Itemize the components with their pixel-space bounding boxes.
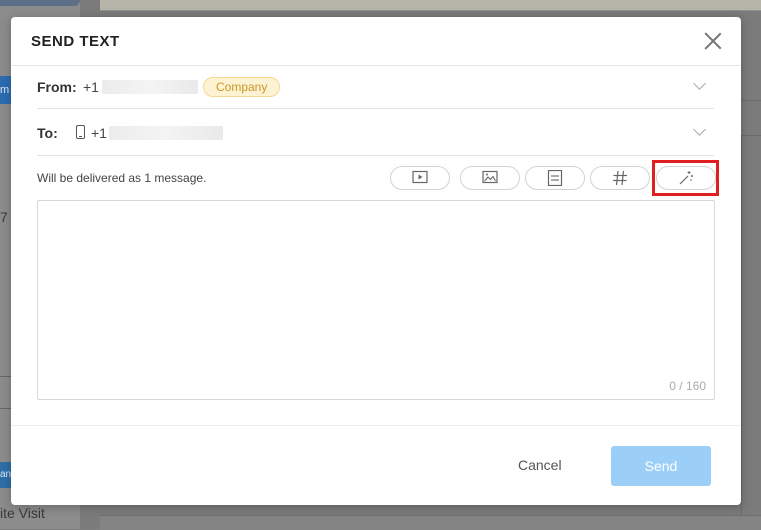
character-counter: 0 / 160: [669, 379, 706, 393]
to-number-prefix: +1: [91, 125, 107, 141]
background-divider: [0, 408, 11, 409]
background-divider: [741, 136, 761, 516]
insert-video-button[interactable]: [390, 166, 450, 190]
dialog-header: SEND TEXT: [11, 17, 741, 66]
cancel-button[interactable]: Cancel: [518, 457, 562, 473]
image-icon: [482, 170, 498, 184]
dialog-title: SEND TEXT: [31, 33, 120, 50]
background-link-text: ite Visit: [0, 505, 45, 521]
to-number-redacted: [109, 126, 223, 140]
chevron-down-icon[interactable]: [693, 123, 706, 136]
background-partial-text: 7: [0, 209, 8, 225]
from-label: From:: [37, 79, 77, 95]
document-icon: [547, 170, 563, 186]
background-panel: [100, 515, 761, 530]
from-row[interactable]: From: +1 Company: [37, 65, 714, 109]
send-text-dialog: SEND TEXT From: +1 Company To: +1 Will b…: [11, 17, 741, 505]
insert-template-button[interactable]: [525, 166, 585, 190]
to-label: To:: [37, 125, 58, 141]
insert-tag-button[interactable]: [590, 166, 650, 190]
background-header-block: [0, 0, 80, 6]
hashtag-icon: [613, 170, 627, 186]
video-icon: [412, 170, 428, 184]
send-button[interactable]: Send: [611, 446, 711, 486]
message-textarea[interactable]: 0 / 160: [37, 200, 715, 400]
background-divider: [741, 100, 761, 101]
from-number-prefix: +1: [83, 79, 99, 95]
highlight-annotation: [652, 160, 719, 196]
chevron-down-icon[interactable]: [693, 77, 706, 90]
phone-icon: [76, 125, 85, 139]
company-badge: Company: [203, 77, 281, 97]
delivery-note: Will be delivered as 1 message.: [37, 171, 207, 185]
close-icon[interactable]: [703, 31, 723, 51]
from-number-redacted: [102, 80, 198, 94]
background-button: an: [0, 462, 11, 488]
background-badge: m: [0, 76, 11, 104]
background-divider: [0, 376, 11, 377]
footer-divider: [11, 425, 741, 426]
to-row[interactable]: To: +1: [37, 108, 714, 156]
insert-image-button[interactable]: [460, 166, 520, 190]
background-top-card: [100, 0, 761, 11]
